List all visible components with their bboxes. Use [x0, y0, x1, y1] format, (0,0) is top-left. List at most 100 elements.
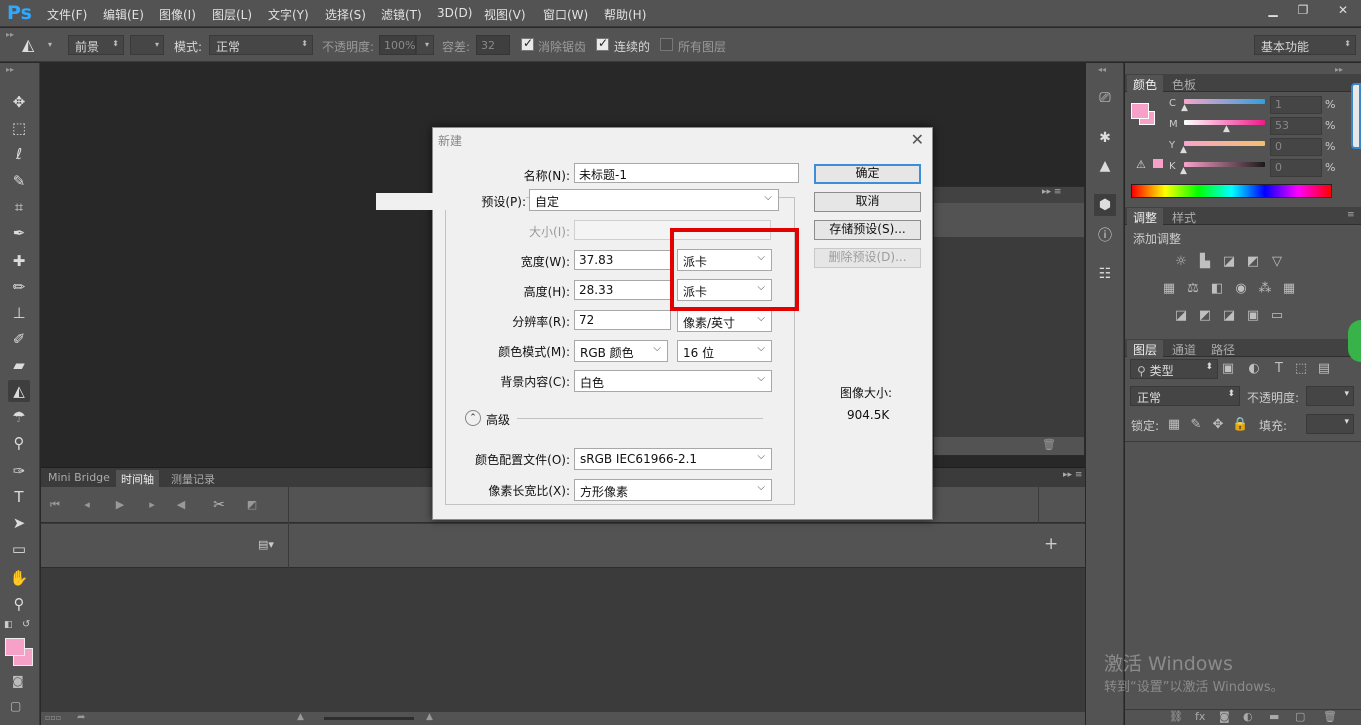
default-colors-icon[interactable]: ◧: [4, 620, 13, 630]
brush-panel-icon[interactable]: ✱: [1094, 127, 1116, 149]
transition-icon[interactable]: ◩: [244, 497, 260, 513]
eraser-icon[interactable]: ▰: [8, 354, 30, 376]
levels-icon[interactable]: ▙: [1197, 255, 1213, 269]
channel-k-slider[interactable]: [1184, 162, 1265, 167]
channel-y-slider[interactable]: [1184, 141, 1265, 146]
foreground-color-swatch[interactable]: [5, 638, 25, 656]
panel-menu-icon[interactable]: ≡: [1347, 210, 1355, 220]
vibrance-icon[interactable]: ▽: [1269, 255, 1285, 269]
tab-color[interactable]: 颜色: [1127, 75, 1164, 92]
new-adjustment-icon[interactable]: ◐: [1243, 710, 1253, 723]
selective-color-icon[interactable]: ▣: [1245, 309, 1261, 323]
menu-filter[interactable]: 滤镜(T): [381, 6, 422, 23]
restore-icon[interactable]: ❐: [1290, 2, 1316, 18]
fill-input[interactable]: ▾: [1306, 414, 1354, 434]
audio-icon[interactable]: ◀: [173, 497, 189, 513]
fx-icon[interactable]: fx: [1195, 710, 1205, 723]
resolution-unit-select[interactable]: 像素/英寸 ⌵: [677, 310, 772, 332]
all-layers-checkbox[interactable]: [660, 38, 673, 51]
add-mask-icon[interactable]: ◙: [1219, 710, 1230, 723]
first-frame-icon[interactable]: ⏮: [47, 497, 63, 513]
slider-knob[interactable]: ▲: [1180, 145, 1187, 155]
lock-all-icon[interactable]: 🔒: [1232, 418, 1248, 432]
menu-type[interactable]: 文字(Y): [268, 6, 309, 23]
panel-menu-icon[interactable]: ▸▸ ≡: [1042, 187, 1061, 197]
filter-smart-icon[interactable]: ▤: [1316, 362, 1332, 376]
height-input[interactable]: 28.33: [574, 280, 671, 300]
menu-edit[interactable]: 编辑(E): [103, 6, 144, 23]
move-icon[interactable]: ✥: [8, 91, 30, 113]
close-icon[interactable]: ✕: [1330, 2, 1356, 18]
layer-filter-select[interactable]: ⚲ 类型 ⬍: [1130, 359, 1218, 379]
blend-mode-select[interactable]: 正常 ⬍: [1130, 386, 1240, 406]
tab-measurement-log[interactable]: 测量记录: [166, 470, 220, 487]
tab-layers[interactable]: 图层: [1127, 340, 1164, 357]
clone-source-icon[interactable]: ▲: [1094, 155, 1116, 177]
menu-image[interactable]: 图像(I): [159, 6, 196, 23]
collapse-icon[interactable]: ▸▸: [6, 65, 14, 74]
panel-menu-icon[interactable]: ▸▸ ≡: [1063, 470, 1082, 480]
paint-bucket-icon[interactable]: ◭: [8, 380, 30, 402]
slider-knob[interactable]: ▲: [1180, 166, 1187, 176]
clone-stamp-icon[interactable]: ⊥: [8, 302, 30, 324]
shape-icon[interactable]: ▭: [8, 538, 30, 560]
save-preset-button[interactable]: 存储预设(S)...: [814, 220, 921, 240]
collapse-advanced-icon[interactable]: ⌃: [465, 410, 481, 426]
dodge-icon[interactable]: ⚲: [8, 432, 30, 454]
channel-y-input[interactable]: 0: [1270, 138, 1322, 156]
film-strip-icon[interactable]: ▤▾: [258, 538, 274, 551]
channel-c-input[interactable]: 1: [1270, 96, 1322, 114]
color-balance-icon[interactable]: ⚖: [1185, 282, 1201, 296]
collapse-icon[interactable]: ◂◂: [1098, 65, 1106, 74]
blur-icon[interactable]: ☂: [8, 406, 30, 428]
workspace-select[interactable]: 基本功能 ⬍: [1254, 35, 1356, 55]
color-fg-swatch[interactable]: [1131, 103, 1149, 119]
channel-mixer-icon[interactable]: ⁂: [1257, 282, 1273, 296]
zoom-in-icon[interactable]: ▲: [426, 712, 433, 722]
minimize-icon[interactable]: ▁: [1260, 2, 1286, 18]
edge-widget[interactable]: [1351, 83, 1361, 149]
filter-pixel-icon[interactable]: ▣: [1220, 362, 1236, 376]
curves-icon[interactable]: ◪: [1221, 255, 1237, 269]
tab-channels[interactable]: 通道: [1166, 340, 1202, 357]
type-icon[interactable]: T: [8, 486, 30, 508]
pen-icon[interactable]: ✑: [8, 460, 30, 482]
close-icon[interactable]: ✕: [911, 130, 924, 149]
brush-icon[interactable]: ✏: [8, 276, 30, 298]
quick-select-icon[interactable]: ✎: [8, 170, 30, 192]
gradient-map-icon[interactable]: ▭: [1269, 309, 1285, 323]
black-white-icon[interactable]: ◧: [1209, 282, 1225, 296]
pattern-picker[interactable]: ▾: [130, 35, 164, 55]
threshold-icon[interactable]: ◪: [1221, 309, 1237, 323]
cancel-button[interactable]: 取消: [814, 192, 921, 212]
convert-icon[interactable]: ➦: [77, 712, 85, 723]
gamut-swatch[interactable]: [1153, 159, 1163, 168]
filter-type-icon[interactable]: T: [1271, 362, 1287, 376]
healing-brush-icon[interactable]: ✚: [8, 250, 30, 272]
zoom-icon[interactable]: ⚲: [8, 593, 30, 615]
layer-opacity-input[interactable]: ▾: [1306, 386, 1354, 406]
gamut-warning-icon[interactable]: ⚠: [1136, 158, 1146, 171]
collapse-icon[interactable]: ▸▸: [1335, 65, 1343, 74]
properties-icon[interactable]: ☷: [1094, 263, 1116, 285]
info-icon[interactable]: ⓘ: [1094, 225, 1116, 247]
slider-knob[interactable]: ▲: [1181, 103, 1188, 113]
paint-bucket-icon[interactable]: ◭: [22, 35, 34, 54]
fill-source-select[interactable]: 前景 ⬍: [68, 35, 124, 55]
resolution-input[interactable]: 72: [574, 310, 671, 330]
slider-knob[interactable]: ▲: [1223, 124, 1230, 134]
hue-saturation-icon[interactable]: ▦: [1161, 282, 1177, 296]
prev-frame-icon[interactable]: ◂: [79, 497, 95, 513]
zoom-slider[interactable]: [324, 717, 414, 720]
invert-icon[interactable]: ◪: [1173, 309, 1189, 323]
menu-layer[interactable]: 图层(L): [212, 6, 252, 23]
trash-icon[interactable]: 🗑: [1042, 438, 1056, 451]
zoom-out-icon[interactable]: ▲: [297, 712, 304, 722]
brightness-icon[interactable]: ☼: [1173, 255, 1189, 269]
color-profile-select[interactable]: sRGB IEC61966-2.1 ⌵: [574, 448, 772, 470]
photo-filter-icon[interactable]: ◉: [1233, 282, 1249, 296]
new-layer-icon[interactable]: ▢: [1295, 710, 1305, 723]
lasso-icon[interactable]: ℓ: [8, 143, 30, 165]
play-icon[interactable]: ▶: [112, 497, 128, 513]
lock-transparency-icon[interactable]: ▦: [1166, 418, 1182, 432]
